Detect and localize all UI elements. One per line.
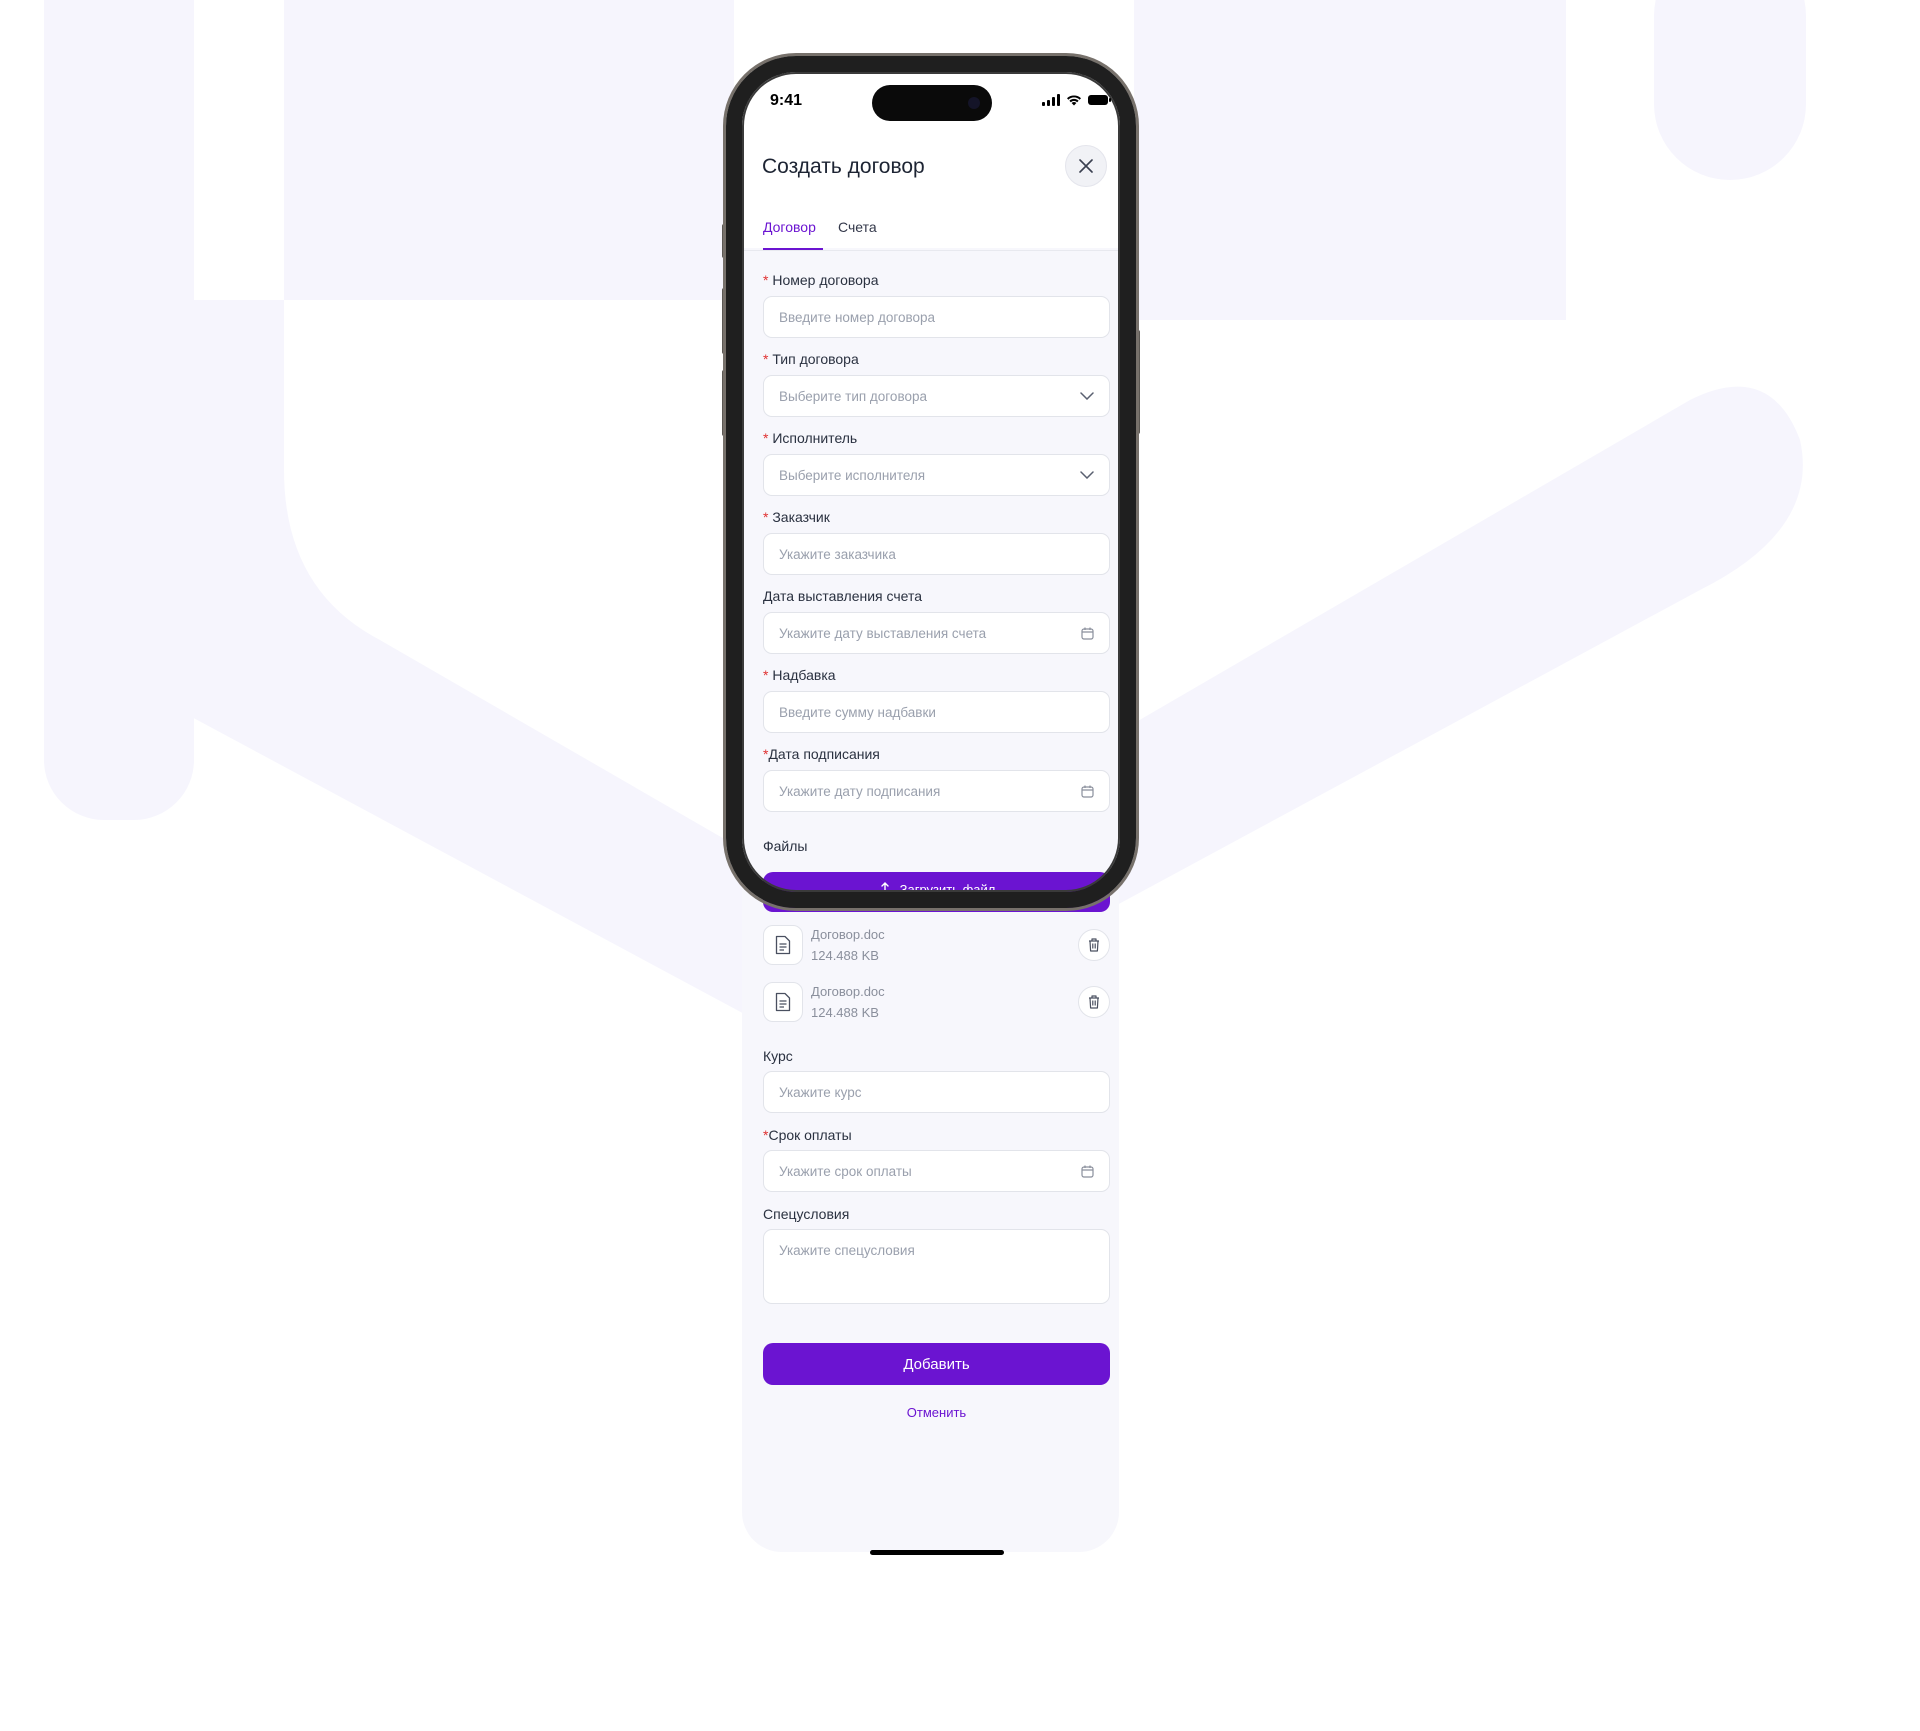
invoice-date-label: Дата выставления счета <box>763 588 923 604</box>
chevron-down-icon <box>1080 392 1094 400</box>
signing-date-label: *Дата подписания <box>763 746 880 762</box>
contract-number-label: * Номер договора <box>763 272 879 288</box>
invoice-date-input[interactable]: Укажите дату выставления счета <box>763 612 1110 654</box>
chevron-down-icon <box>1080 471 1094 479</box>
add-button[interactable]: Добавить <box>763 1343 1110 1385</box>
tab-invoices[interactable]: Счета <box>838 219 877 235</box>
contract-number-input[interactable]: Введите номер договора <box>763 296 1110 338</box>
trash-icon <box>1089 938 1099 952</box>
rate-label: Курс <box>763 1048 793 1064</box>
rate-input[interactable]: Укажите курс <box>763 1071 1110 1113</box>
phone-power-button <box>1136 330 1140 434</box>
files-label: Файлы <box>763 838 808 854</box>
delete-file-button[interactable] <box>1078 986 1110 1018</box>
calendar-icon[interactable] <box>1081 627 1094 640</box>
contract-type-select[interactable]: Выберите тип договора <box>763 375 1110 417</box>
delete-file-button[interactable] <box>1078 929 1110 961</box>
customer-input[interactable]: Укажите заказчика <box>763 533 1110 575</box>
special-terms-textarea[interactable]: Укажите спецусловия <box>763 1229 1110 1304</box>
customer-label: * Заказчик <box>763 509 830 525</box>
phone-volume-up-button <box>722 288 726 354</box>
document-icon <box>763 925 803 965</box>
executor-select[interactable]: Выберите исполнителя <box>763 454 1110 496</box>
phone-volume-down-button <box>722 370 726 436</box>
file-item: Договор.doc 124.488 KB <box>763 982 1110 1024</box>
special-terms-label: Спецусловия <box>763 1206 850 1222</box>
phone-side-button <box>722 224 726 258</box>
battery-icon <box>1088 95 1111 105</box>
payment-term-label: *Срок оплаты <box>763 1127 852 1143</box>
cellular-signal-icon <box>1042 94 1060 106</box>
calendar-icon[interactable] <box>1081 1165 1094 1178</box>
trash-icon <box>1089 995 1099 1009</box>
status-time: 9:41 <box>770 92 803 109</box>
upload-file-button[interactable]: Загрузить файл <box>763 872 1110 912</box>
status-icons <box>1042 94 1111 106</box>
upload-file-label: Загрузить файл <box>899 882 996 897</box>
markup-label: * Надбавка <box>763 667 836 683</box>
upload-icon <box>877 882 892 896</box>
page-title: Создать договор <box>762 155 925 178</box>
dynamic-island <box>872 85 992 121</box>
markup-input[interactable]: Введите сумму надбавки <box>763 691 1110 733</box>
document-icon <box>763 982 803 1022</box>
close-icon <box>1079 159 1093 173</box>
close-button[interactable] <box>1065 145 1107 187</box>
signing-date-input[interactable]: Укажите дату подписания <box>763 770 1110 812</box>
cancel-button[interactable]: Отменить <box>763 1405 1110 1420</box>
executor-label: * Исполнитель <box>763 430 858 446</box>
tab-contract[interactable]: Договор <box>763 219 816 235</box>
contract-type-label: * Тип договора <box>763 351 859 367</box>
screen-card <box>742 72 1119 1552</box>
home-indicator <box>870 1550 1004 1555</box>
file-size: 124.488 KB <box>811 1005 879 1020</box>
file-size: 124.488 KB <box>811 948 879 963</box>
file-item: Договор.doc 124.488 KB <box>763 925 1110 967</box>
header-divider <box>742 250 1119 251</box>
file-name: Договор.doc <box>811 927 885 942</box>
camera-icon <box>968 97 980 109</box>
file-name: Договор.doc <box>811 984 885 999</box>
wifi-icon <box>1067 95 1081 106</box>
calendar-icon[interactable] <box>1081 785 1094 798</box>
payment-term-input[interactable]: Укажите срок оплаты <box>763 1150 1110 1192</box>
